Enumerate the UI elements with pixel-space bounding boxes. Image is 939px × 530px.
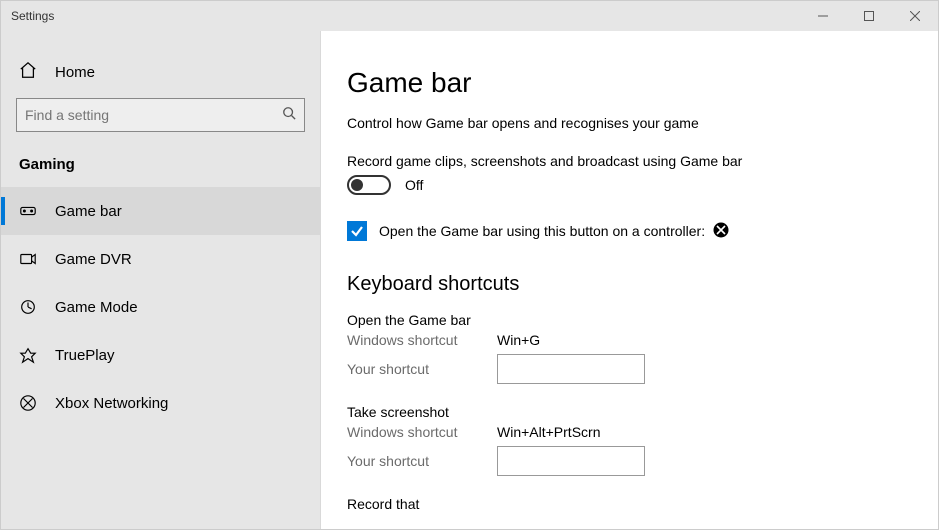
toggle-row: Off xyxy=(347,175,912,195)
window-body: Home Gaming Game bar xyxy=(1,31,938,529)
sidebar-item-game-dvr[interactable]: Game DVR xyxy=(1,235,320,283)
titlebar: Settings xyxy=(1,1,938,31)
settings-window: Settings Home xyxy=(0,0,939,530)
search-icon xyxy=(282,106,296,125)
shortcut-name: Take screenshot xyxy=(347,404,912,420)
sidebar-item-label: Game DVR xyxy=(55,251,132,268)
game-bar-icon xyxy=(19,202,37,220)
sidebar-item-game-bar[interactable]: Game bar xyxy=(1,187,320,235)
main-content: Game bar Control how Game bar opens and … xyxy=(321,31,938,529)
home-label: Home xyxy=(55,64,95,81)
game-dvr-icon xyxy=(19,250,37,268)
shortcut-group-open-game-bar: Open the Game bar Windows shortcut Win+G… xyxy=(347,312,912,384)
trueplay-icon xyxy=(19,346,37,364)
sidebar-item-trueplay[interactable]: TruePlay xyxy=(1,331,320,379)
shortcuts-section-title: Keyboard shortcuts xyxy=(347,273,912,296)
shortcut-your-row: Your shortcut xyxy=(347,354,912,384)
sidebar-item-xbox-networking[interactable]: Xbox Networking xyxy=(1,379,320,427)
shortcut-your-label: Your shortcut xyxy=(347,361,497,377)
sidebar-item-label: TruePlay xyxy=(55,347,114,364)
toggle-setting-label: Record game clips, screenshots and broad… xyxy=(347,153,912,169)
minimize-button[interactable] xyxy=(800,1,846,31)
shortcut-your-row: Your shortcut xyxy=(347,446,912,476)
shortcut-windows-row: Windows shortcut Win+G xyxy=(347,332,912,348)
record-toggle[interactable] xyxy=(347,175,391,195)
search-wrap xyxy=(1,98,320,150)
truncated-shortcut-name: Record that xyxy=(347,496,912,512)
controller-checkbox-text: Open the Game bar using this button on a… xyxy=(379,223,705,239)
sidebar-item-label: Game Mode xyxy=(55,299,138,316)
shortcut-your-input[interactable] xyxy=(497,446,645,476)
category-label: Gaming xyxy=(1,150,320,187)
xbox-networking-icon xyxy=(19,394,37,412)
window-title: Settings xyxy=(11,9,800,23)
controller-checkbox[interactable] xyxy=(347,221,367,241)
shortcut-group-take-screenshot: Take screenshot Windows shortcut Win+Alt… xyxy=(347,404,912,476)
shortcut-name: Open the Game bar xyxy=(347,312,912,328)
sidebar-item-game-mode[interactable]: Game Mode xyxy=(1,283,320,331)
game-mode-icon xyxy=(19,298,37,316)
shortcut-windows-value: Win+G xyxy=(497,332,540,348)
shortcut-windows-row: Windows shortcut Win+Alt+PrtScrn xyxy=(347,424,912,440)
shortcut-windows-value: Win+Alt+PrtScrn xyxy=(497,424,600,440)
shortcut-your-label: Your shortcut xyxy=(347,453,497,469)
home-icon xyxy=(19,61,37,84)
xbox-icon xyxy=(713,222,729,241)
search-box[interactable] xyxy=(16,98,305,132)
search-input[interactable] xyxy=(25,107,282,123)
toggle-state: Off xyxy=(405,177,423,193)
page-description: Control how Game bar opens and recognise… xyxy=(347,115,912,131)
window-controls xyxy=(800,1,938,31)
sidebar-item-label: Xbox Networking xyxy=(55,395,168,412)
shortcut-windows-label: Windows shortcut xyxy=(347,332,497,348)
controller-checkbox-row: Open the Game bar using this button on a… xyxy=(347,221,912,241)
controller-checkbox-label: Open the Game bar using this button on a… xyxy=(379,222,729,241)
shortcut-your-input[interactable] xyxy=(497,354,645,384)
home-nav[interactable]: Home xyxy=(1,51,320,98)
shortcut-windows-label: Windows shortcut xyxy=(347,424,497,440)
sidebar: Home Gaming Game bar xyxy=(1,31,321,529)
sidebar-item-label: Game bar xyxy=(55,203,122,220)
maximize-button[interactable] xyxy=(846,1,892,31)
close-button[interactable] xyxy=(892,1,938,31)
page-title: Game bar xyxy=(347,67,912,99)
